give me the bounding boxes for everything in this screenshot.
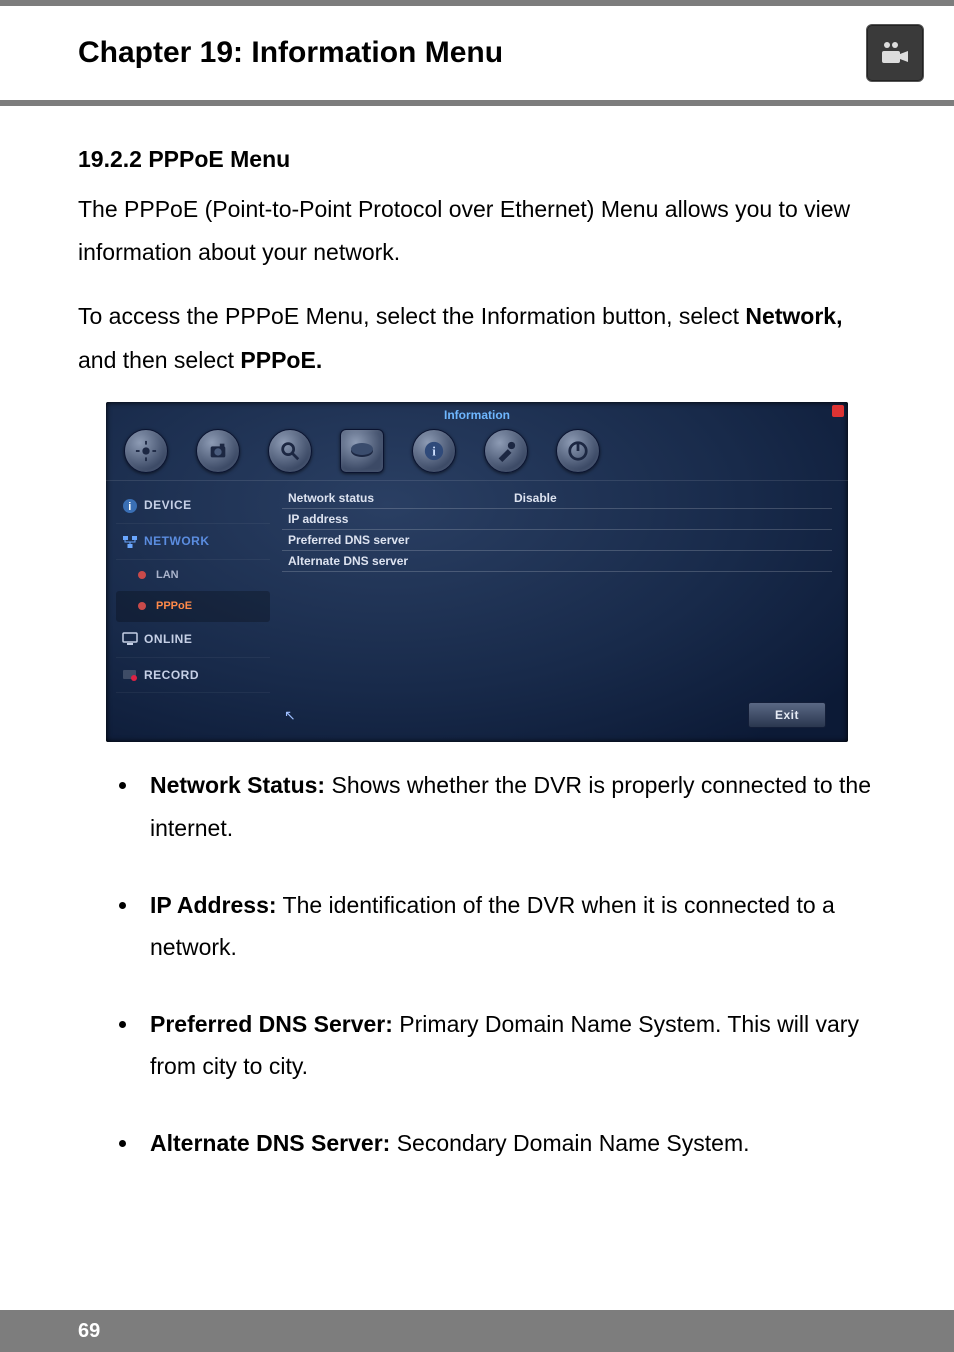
sidebar-label-record: RECORD: [144, 668, 199, 682]
description-list: Network Status: Shows whether the DVR is…: [78, 764, 876, 1164]
sidebar-sub-pppoe[interactable]: PPPoE: [116, 591, 270, 622]
list-item: IP Address: The identification of the DV…: [140, 884, 876, 969]
page: Chapter 19: Information Menu 19.2.2 PPPo…: [0, 0, 954, 1352]
section-heading: 19.2.2 PPPoE Menu: [78, 138, 876, 182]
svg-text:i: i: [432, 445, 436, 459]
toolbar-separator: [106, 480, 848, 481]
intro-paragraph-1: The PPPoE (Point-to-Point Protocol over …: [78, 188, 876, 275]
header: Chapter 19: Information Menu: [0, 6, 954, 100]
exit-button[interactable]: Exit: [748, 702, 826, 728]
row-value-network-status: Disable: [508, 487, 832, 510]
bullet-icon: [138, 602, 146, 610]
term-preferred-dns: Preferred DNS Server:: [150, 1011, 393, 1037]
svg-text:i: i: [128, 501, 132, 513]
row-label-network-status: Network status: [282, 487, 508, 510]
camera-icon: [866, 24, 924, 82]
bullet-icon: [138, 571, 146, 579]
term-ip-address: IP Address:: [150, 892, 277, 918]
sidebar-sub-pppoe-label: PPPoE: [156, 600, 192, 612]
screenshot-wrap: Information: [106, 402, 848, 742]
window-titlebar: [106, 402, 848, 420]
table-row: Network status Disable: [282, 488, 832, 509]
camera-tool-icon[interactable]: [196, 429, 240, 473]
chapter-title: Chapter 19: Information Menu: [78, 36, 503, 70]
search-tool-icon[interactable]: [268, 429, 312, 473]
intro-2a: To access the PPPoE Menu, select the Inf…: [78, 303, 745, 329]
intro-paragraph-2: To access the PPPoE Menu, select the Inf…: [78, 295, 876, 382]
content: 19.2.2 PPPoE Menu The PPPoE (Point-to-Po…: [0, 106, 954, 1164]
info-table: Network status Disable IP address Prefer…: [282, 488, 832, 572]
exit-button-label: Exit: [775, 704, 799, 727]
settings-icon[interactable]: [124, 429, 168, 473]
power-tool-icon[interactable]: [556, 429, 600, 473]
record-icon: [122, 667, 138, 683]
sidebar-sub-lan-label: LAN: [156, 569, 179, 581]
table-row: Preferred DNS server: [282, 530, 832, 551]
sidebar-item-network[interactable]: NETWORK: [116, 524, 270, 560]
footer: 69: [0, 1310, 954, 1352]
list-item: Alternate DNS Server: Secondary Domain N…: [140, 1122, 876, 1165]
text-alternate-dns: Secondary Domain Name System.: [390, 1130, 749, 1156]
sidebar: i DEVICE NETWORK LAN: [116, 488, 270, 693]
cursor-icon: ↖: [284, 702, 294, 716]
intro-2b: and then select: [78, 347, 240, 373]
page-number: 69: [78, 1320, 100, 1343]
table-row: IP address: [282, 509, 832, 530]
sidebar-item-device[interactable]: i DEVICE: [116, 488, 270, 524]
close-icon[interactable]: [832, 405, 844, 417]
screenshot-panel: Information: [106, 402, 848, 742]
row-label-ip: IP address: [282, 508, 508, 531]
sidebar-label-online: ONLINE: [144, 632, 192, 646]
intro-2-bold-2: PPPoE.: [240, 347, 322, 373]
sidebar-item-record[interactable]: RECORD: [116, 658, 270, 694]
row-label-alt-dns: Alternate DNS server: [282, 550, 508, 573]
table-row: Alternate DNS server: [282, 551, 832, 572]
hdd-tool-icon[interactable]: [340, 429, 384, 473]
toolbar: i: [106, 424, 848, 478]
info-tool-icon[interactable]: i: [412, 429, 456, 473]
sidebar-item-online[interactable]: ONLINE: [116, 622, 270, 658]
list-item: Preferred DNS Server: Primary Domain Nam…: [140, 1003, 876, 1088]
sidebar-sub-lan[interactable]: LAN: [116, 560, 270, 591]
intro-2-bold-1: Network,: [745, 303, 842, 329]
term-alternate-dns: Alternate DNS Server:: [150, 1130, 390, 1156]
network-icon: [122, 534, 138, 550]
term-network-status: Network Status:: [150, 772, 325, 798]
list-item: Network Status: Shows whether the DVR is…: [140, 764, 876, 849]
sidebar-label-device: DEVICE: [144, 498, 192, 512]
header-band: Chapter 19: Information Menu: [0, 0, 954, 100]
info-icon: i: [122, 498, 138, 514]
monitor-icon: [122, 631, 138, 647]
row-label-pref-dns: Preferred DNS server: [282, 529, 508, 552]
sidebar-label-network: NETWORK: [144, 534, 210, 548]
tools-tool-icon[interactable]: [484, 429, 528, 473]
